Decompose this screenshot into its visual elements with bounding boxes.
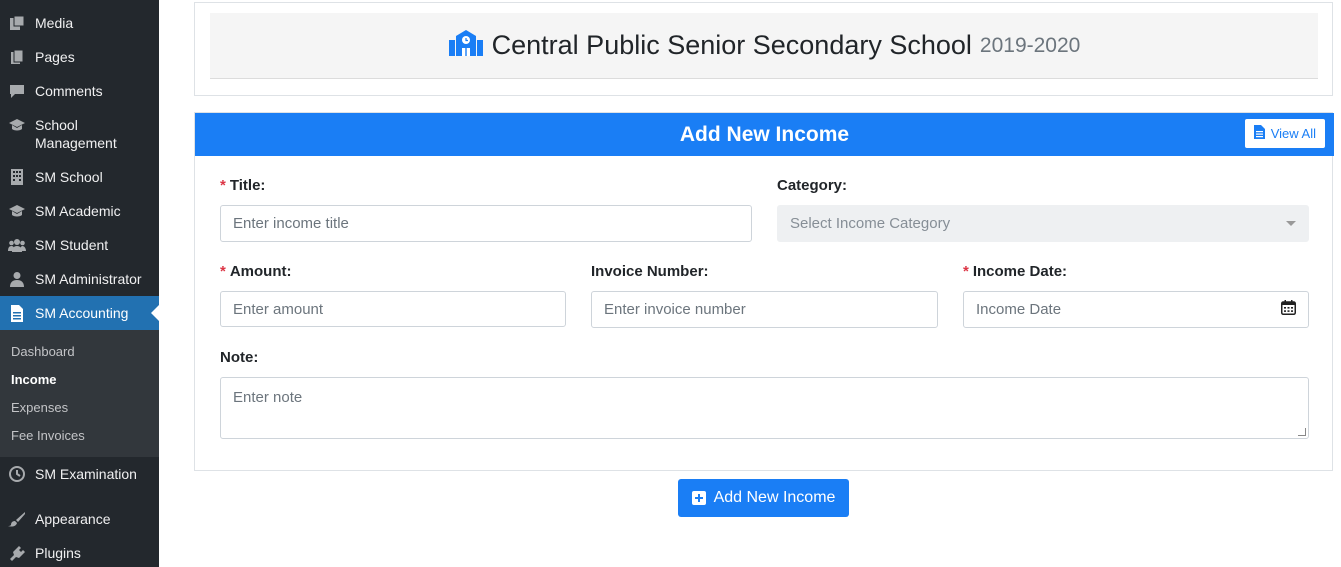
sidebar-item-label: Media: [35, 15, 74, 31]
title-label: * Title:: [220, 177, 265, 194]
sidebar-item-label: SM Student: [35, 237, 109, 253]
invoice-label-text: Invoice Number:: [591, 263, 709, 280]
note-textarea[interactable]: Enter note: [220, 377, 1309, 439]
invoice-number-label: Invoice Number:: [591, 263, 709, 280]
school-name: Central Public Senior Secondary School: [491, 30, 972, 60]
resize-handle[interactable]: [1298, 428, 1306, 436]
plugins-icon: [8, 544, 26, 562]
invoice-number-input[interactable]: Enter invoice number: [591, 291, 938, 328]
clock-icon: [8, 465, 26, 483]
sidebar-item-label: SM Examination: [35, 466, 137, 482]
income-date-placeholder: Income Date: [976, 301, 1062, 318]
submenu-item-income[interactable]: Income: [11, 372, 57, 387]
amount-placeholder: Enter amount: [233, 300, 324, 318]
note-placeholder: Enter note: [233, 389, 303, 406]
sidebar-item-sm-accounting[interactable]: SM Accounting: [0, 296, 159, 330]
form-header: Add New Income View All: [195, 113, 1334, 156]
accounting-icon: [8, 304, 26, 322]
title-placeholder: Enter income title: [233, 215, 349, 232]
amount-input[interactable]: Enter amount: [220, 291, 566, 327]
admin-sidebar: Media Pages Comments School Management S…: [0, 0, 159, 567]
sidebar-item-label: Comments: [35, 83, 103, 99]
building-icon: [8, 168, 26, 186]
submenu-item-dashboard[interactable]: Dashboard: [11, 344, 75, 359]
category-label: Category:: [777, 177, 847, 194]
submenu-item-expenses[interactable]: Expenses: [11, 400, 68, 415]
appearance-icon: [8, 510, 26, 528]
amount-label: * Amount:: [220, 263, 292, 280]
accounting-submenu: Dashboard Income Expenses Fee Invoices: [0, 330, 159, 457]
submit-label: Add New Income: [713, 489, 836, 506]
invoice-placeholder: Enter invoice number: [604, 301, 746, 318]
chevron-down-icon: [1286, 221, 1296, 226]
users-icon: [8, 236, 26, 254]
category-placeholder: Select Income Category: [790, 215, 951, 232]
plus-square-icon: [691, 491, 706, 505]
sidebar-item-label: Plugins: [35, 545, 81, 561]
pages-icon: [8, 48, 26, 66]
sidebar-item-label: Pages: [35, 49, 75, 65]
view-all-button[interactable]: View All: [1243, 118, 1326, 149]
note-label: Note:: [220, 349, 258, 366]
school-header: Central Public Senior Secondary School 2…: [210, 13, 1318, 79]
school-card: Central Public Senior Secondary School 2…: [194, 2, 1333, 96]
required-mark: *: [220, 263, 226, 280]
session-year: 2019-2020: [979, 33, 1081, 57]
document-icon: [1253, 125, 1265, 142]
view-all-label: View All: [1270, 126, 1316, 141]
category-select[interactable]: Select Income Category: [777, 205, 1309, 242]
sidebar-item-label: School Management: [35, 117, 117, 151]
income-date-input[interactable]: Income Date: [963, 291, 1309, 328]
category-label-text: Category:: [777, 177, 848, 194]
sidebar-item-label: SM Administrator: [35, 271, 142, 287]
sidebar-item-label: SM Academic: [35, 203, 121, 219]
comments-icon: [8, 82, 26, 100]
required-mark: *: [963, 263, 969, 280]
user-icon: [8, 270, 26, 288]
graduation-cap-icon: [8, 202, 26, 220]
amount-label-text: Amount:: [229, 263, 292, 280]
income-date-label: * Income Date:: [963, 263, 1067, 280]
title-input[interactable]: Enter income title: [220, 205, 752, 242]
media-icon: [8, 14, 26, 32]
note-label-text: Note:: [220, 349, 259, 366]
income-date-label-text: Income Date:: [972, 263, 1068, 280]
add-income-form: Add New Income View All * Title: Enter in…: [194, 112, 1334, 471]
current-menu-pointer: [151, 305, 159, 321]
sidebar-item-label: SM Accounting: [35, 305, 129, 321]
school-icon: [448, 29, 484, 62]
submenu-item-fee-invoices[interactable]: Fee Invoices: [11, 428, 85, 443]
calendar-icon[interactable]: [1281, 300, 1296, 319]
form-title: Add New Income: [679, 122, 850, 146]
required-mark: *: [220, 177, 226, 194]
graduation-cap-icon: [8, 116, 26, 134]
sidebar-item-label: Appearance: [35, 511, 111, 527]
sidebar-item-label: SM School: [35, 169, 103, 185]
add-new-income-button[interactable]: Add New Income: [678, 479, 849, 517]
title-label-text: Title:: [229, 177, 266, 194]
